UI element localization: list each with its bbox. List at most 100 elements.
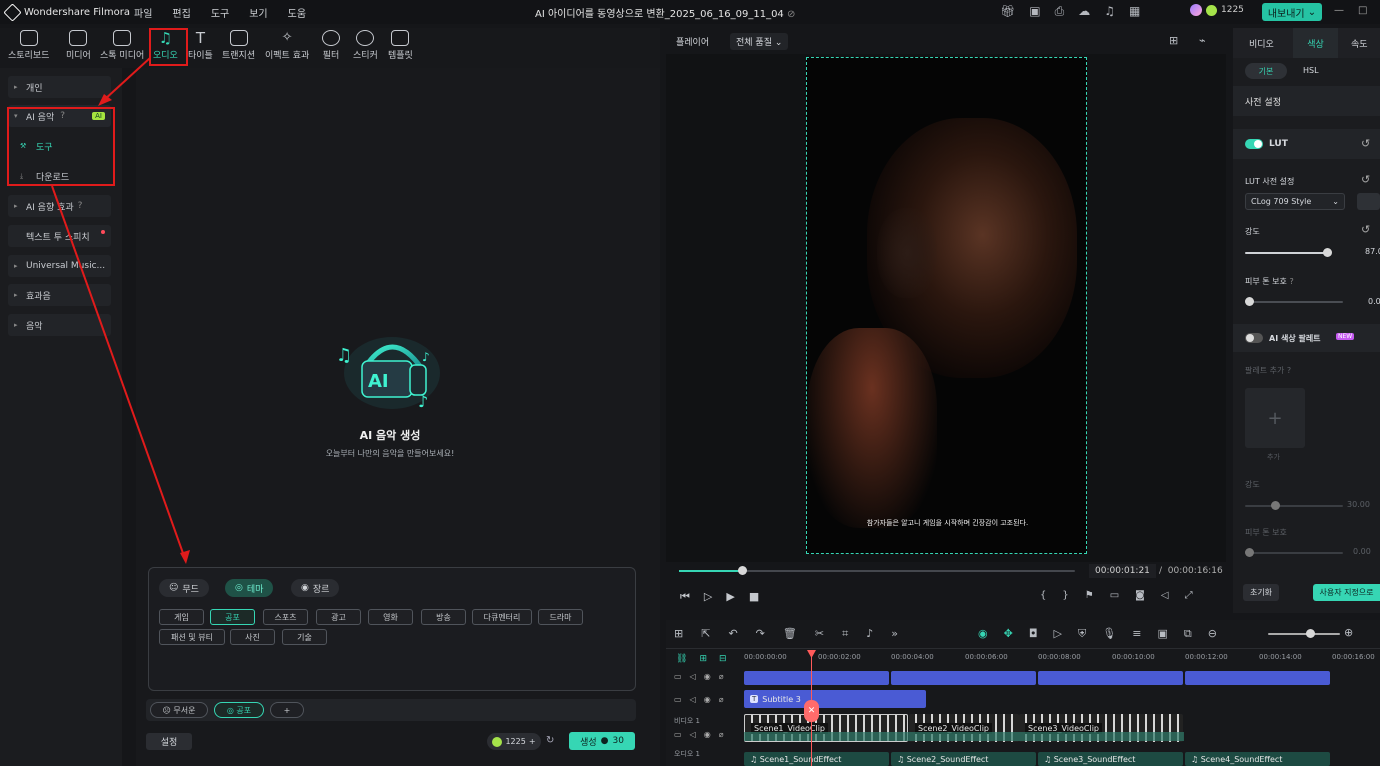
eye-icon[interactable]: ◉ (704, 672, 711, 681)
skin-protect-slider[interactable] (1245, 297, 1343, 306)
layout-icon[interactable]: ⊞ (674, 627, 683, 641)
mark-out-icon[interactable]: } (1062, 590, 1068, 601)
snap-icon[interactable]: ✥ (1004, 627, 1013, 641)
adjust-icon[interactable]: ⊟ (719, 654, 727, 664)
subtab-basic[interactable]: 기본 (1245, 63, 1287, 79)
stop-icon[interactable]: ■ (749, 590, 759, 604)
tab-genre[interactable]: ◉ 장르 (291, 579, 340, 597)
slider-knob[interactable] (1245, 297, 1254, 306)
generate-button[interactable]: 생성 ● 30 (569, 732, 635, 750)
volume-icon[interactable]: ◁ (1161, 590, 1169, 601)
tag-chip[interactable]: 게임 (159, 609, 204, 625)
audio-tool-icon[interactable]: ♪ (866, 627, 873, 641)
maximize-icon[interactable]: □ (1358, 5, 1367, 16)
split-icon[interactable]: ✂ (815, 627, 824, 641)
snapshot-icon[interactable]: ◙ (1135, 590, 1145, 601)
add-tag-button[interactable]: + (270, 702, 304, 718)
minimize-icon[interactable]: — (1334, 5, 1344, 16)
folder-icon[interactable]: ▭ (674, 730, 682, 739)
lock-icon[interactable]: ⌀ (719, 672, 724, 681)
zoom-out-icon[interactable]: ⊖ (1208, 627, 1217, 641)
tag-chip[interactable]: 드라마 (538, 609, 583, 625)
refresh-icon[interactable]: ↻ (546, 735, 554, 746)
audio-clip[interactable]: ♫ Scene1_SoundEffect (744, 752, 889, 766)
settings-button[interactable]: 설정 (146, 733, 192, 750)
tab-color[interactable]: 색상 (1293, 28, 1338, 58)
reset-icon[interactable]: ↺ (1361, 137, 1370, 150)
intensity-value[interactable]: 87.0 (1365, 247, 1380, 256)
save-icon[interactable]: ⎙ (1055, 4, 1065, 19)
prev-frame-icon[interactable]: ⏮ (680, 590, 690, 604)
video-frame[interactable]: 참가자들은 알고니 게임을 시작하며 긴장감이 고조된다. (806, 57, 1087, 554)
redo-icon[interactable]: ↷ (756, 627, 765, 641)
ai-assist-icon[interactable]: ◉ (978, 627, 988, 641)
skin-protect-value[interactable]: 0.00 (1368, 297, 1380, 306)
camera-icon[interactable]: ◘ (1029, 627, 1038, 641)
text-clip[interactable] (1038, 671, 1183, 685)
mic-icon[interactable]: 🎙︎ (1102, 627, 1116, 641)
tag-chip[interactable]: 기술 (282, 629, 327, 645)
pip-icon[interactable]: ▣ (1157, 627, 1167, 641)
notification-icon[interactable]: ▣ (1029, 4, 1040, 19)
gift-icon[interactable]: 🎁︎ (1000, 4, 1015, 19)
eye-icon[interactable]: ◉ (704, 730, 711, 739)
headset-icon[interactable]: ♫ (1104, 4, 1115, 19)
save-custom-button[interactable]: 사용자 지정으로 (1313, 584, 1380, 601)
help-icon[interactable]: ? (1289, 277, 1293, 286)
selected-tag-scary[interactable]: ☹ 무서운 (150, 702, 208, 718)
tab-speed[interactable]: 속도 (1351, 37, 1368, 50)
crop-icon[interactable]: ⌗ (842, 627, 848, 641)
lock-icon[interactable]: ⌀ (719, 730, 724, 739)
slider-knob[interactable] (1306, 629, 1315, 638)
intensity-slider[interactable] (1245, 248, 1332, 257)
reset-button[interactable]: 초기화 (1243, 584, 1279, 601)
audio-clip[interactable]: ♫ Scene4_SoundEffect (1185, 752, 1330, 766)
folder-icon[interactable]: ▭ (674, 672, 682, 681)
lut-toggle[interactable] (1245, 139, 1263, 149)
avatar[interactable] (1190, 4, 1202, 16)
audio-clip[interactable]: ♫ Scene3_SoundEffect (1038, 752, 1183, 766)
zoom-slider[interactable] (1268, 629, 1340, 638)
tab-theme[interactable]: ◎ 테마 (225, 579, 274, 597)
tab-mood[interactable]: ☺ 무드 (159, 579, 209, 597)
mark-in-icon[interactable]: { (1040, 590, 1046, 601)
marker-icon[interactable]: ⚑ (1085, 590, 1094, 601)
slider-knob[interactable] (1323, 248, 1332, 257)
scope-icon[interactable]: ⌁ (1199, 34, 1206, 47)
text-clip[interactable] (891, 671, 1036, 685)
shield-icon[interactable]: ⛨ (1078, 627, 1086, 641)
add-track-icon[interactable]: ⊞ (699, 654, 707, 664)
select-icon[interactable]: ⇱ (701, 627, 710, 641)
mixer-icon[interactable]: ≡ (1132, 627, 1141, 641)
zoom-in-icon[interactable]: ⊕ (1344, 626, 1353, 639)
lock-icon[interactable]: ⌀ (719, 695, 724, 704)
credit-balance-pill[interactable]: 1225 + (487, 733, 541, 750)
tag-chip[interactable]: 스포츠 (263, 609, 308, 625)
ai-palette-toggle[interactable] (1245, 333, 1263, 343)
timeline-ruler[interactable]: 00:00:00:00 00:00:02:00 00:00:04:00 00:0… (744, 650, 1380, 666)
lut-dropdown[interactable]: CLog 709 Style ⌄ (1245, 193, 1345, 210)
tab-video[interactable]: 비디오 (1249, 37, 1274, 50)
more-icon[interactable]: » (891, 627, 898, 641)
step-back-icon[interactable]: ▷ (704, 590, 712, 604)
tag-chip[interactable]: 광고 (316, 609, 361, 625)
lut-add-button[interactable] (1357, 193, 1380, 210)
export-button[interactable]: 내보내기 ⌄ (1262, 3, 1322, 21)
tag-chip[interactable]: 공포 (210, 609, 255, 625)
text-clip[interactable] (744, 671, 889, 685)
tag-chip[interactable]: 영화 (368, 609, 413, 625)
compare-icon[interactable]: ⊞ (1169, 34, 1178, 47)
playback-scrubber[interactable] (679, 566, 1075, 575)
tag-chip[interactable]: 방송 (421, 609, 466, 625)
split-marker-icon[interactable]: ✕ (804, 700, 819, 722)
link-tracks-icon[interactable]: ⛓ (676, 654, 687, 664)
render-icon[interactable]: ▷ (1054, 627, 1062, 641)
tag-chip[interactable]: 사진 (230, 629, 275, 645)
speaker-icon[interactable]: ◁ (690, 695, 696, 704)
credit-balance[interactable]: 1225 (1190, 4, 1244, 16)
display-icon[interactable]: ▭ (1110, 590, 1119, 601)
text-clip[interactable] (1185, 671, 1330, 685)
speaker-icon[interactable]: ◁ (690, 672, 696, 681)
tag-chip[interactable]: 다큐멘터리 (472, 609, 532, 625)
selected-tag-horror[interactable]: ◎ 공포 (214, 702, 264, 718)
